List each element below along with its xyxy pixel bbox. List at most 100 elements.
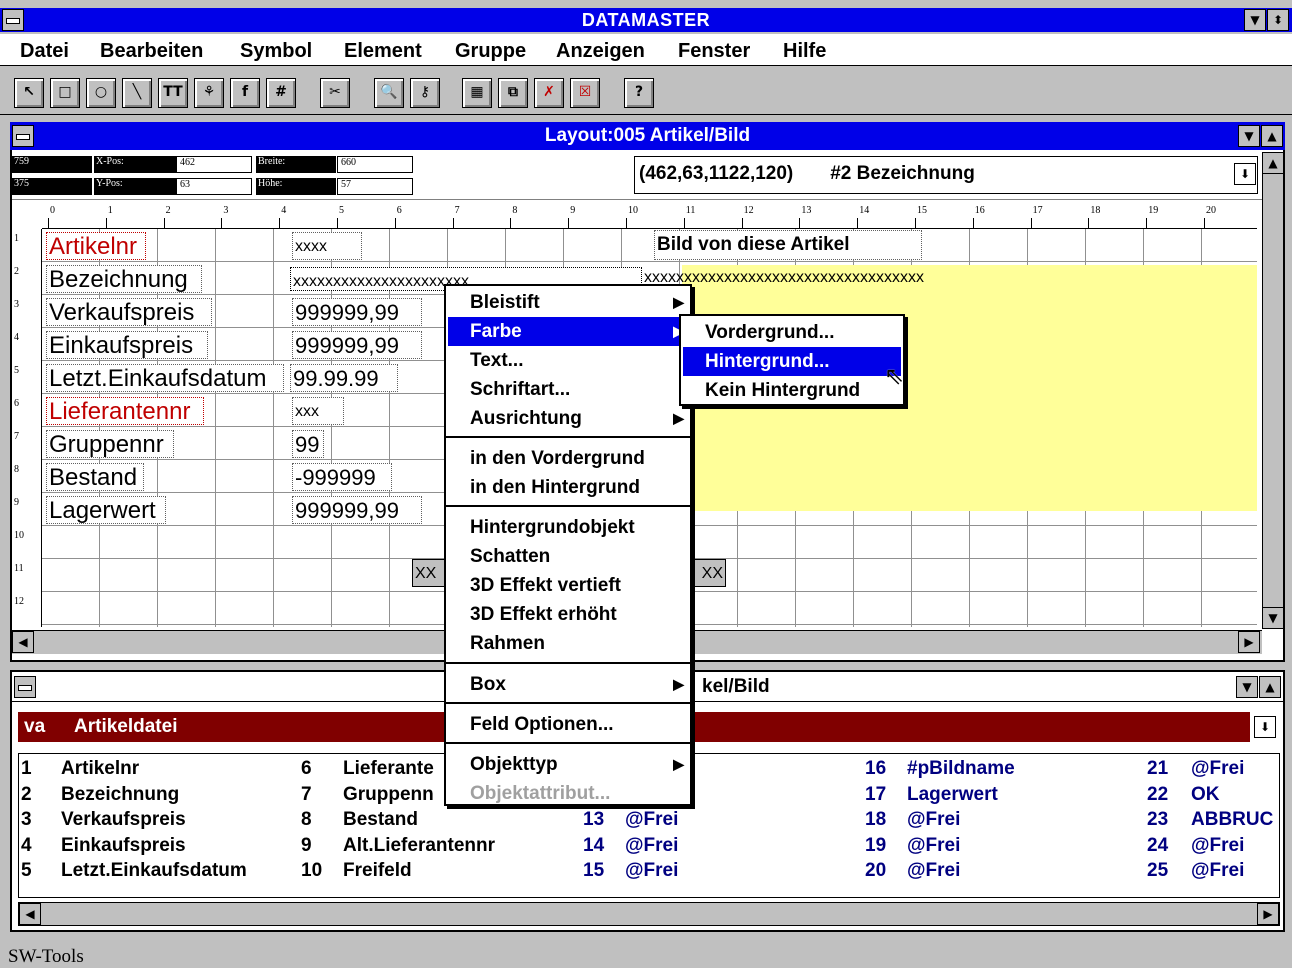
field-list-item[interactable]: Verkaufspreis (61, 809, 186, 831)
field-list-item[interactable]: OK (1191, 784, 1220, 806)
picture-lieferantennr[interactable]: xxx (292, 397, 344, 425)
hoehe-field[interactable]: 57 (337, 178, 413, 195)
list-scroll-right-icon[interactable]: ▶ (1257, 903, 1279, 925)
label-artikelnr[interactable]: Artikelnr (46, 232, 146, 260)
field-list-item[interactable]: Alt.Lieferantennr (343, 835, 495, 857)
restore-icon[interactable]: ⬍ (1267, 9, 1289, 31)
menu-anzeigen[interactable]: Anzeigen (556, 40, 645, 63)
picture-lagerwert[interactable]: 999999,99 (292, 496, 422, 524)
field-list-item[interactable]: Einkaufspreis (61, 835, 186, 857)
field-list-item[interactable]: @Frei (907, 835, 960, 857)
context-menu-item[interactable]: Rahmen (448, 629, 688, 658)
label-einkaufspreis[interactable]: Einkaufspreis (46, 331, 208, 359)
delete-layout-icon[interactable]: ✗ (534, 78, 564, 108)
menu-gruppe[interactable]: Gruppe (455, 40, 526, 63)
context-menu-item[interactable]: Schatten (448, 542, 688, 571)
label-verkaufspreis[interactable]: Verkaufspreis (46, 298, 212, 326)
context-menu-item[interactable]: Schriftart... (448, 375, 688, 404)
context-menu-item[interactable]: Feld Optionen... (448, 710, 688, 739)
formula-tool-icon[interactable]: f (230, 78, 260, 108)
field-list-item[interactable]: Letzt.Einkaufsdatum (61, 860, 247, 882)
field-list-item[interactable]: Lieferante (343, 758, 434, 780)
ypos-field[interactable]: 63 (176, 178, 252, 195)
scroll-right-icon[interactable]: ▶ (1238, 631, 1260, 653)
label-lieferantennr[interactable]: Lieferantennr (46, 397, 204, 425)
menu-hilfe[interactable]: Hilfe (783, 40, 826, 63)
layout-grid-icon[interactable]: ▦ (462, 78, 492, 108)
field-list-item[interactable]: @Frei (1191, 860, 1244, 882)
field-list-scrollbar[interactable]: ◀ ▶ (18, 902, 1280, 926)
picture-bestand[interactable]: -999999 (292, 463, 392, 491)
context-menu-item[interactable]: Hintergrundobjekt (448, 513, 688, 542)
menu-bearbeiten[interactable]: Bearbeiten (100, 40, 203, 63)
menu-symbol[interactable]: Symbol (240, 40, 312, 63)
rectangle-tool-icon[interactable]: □ (50, 78, 80, 108)
field-list-item[interactable]: Freifeld (343, 860, 412, 882)
label-letzt-einkaufsdatum[interactable]: Letzt.Einkaufsdatum (46, 364, 284, 392)
field-list-item[interactable]: @Frei (907, 860, 960, 882)
picture-gruppennr[interactable]: 99 (292, 430, 324, 458)
context-menu-item[interactable]: 3D Effekt vertieft (448, 571, 688, 600)
layout-minimize-icon[interactable]: ▼ (1238, 125, 1260, 147)
layout-vertical-scrollbar[interactable]: ▲ ▼ (1262, 152, 1284, 629)
picture-einkaufsdatum[interactable]: 99.99.99 (290, 364, 398, 392)
field-list-item[interactable]: @Frei (1191, 758, 1244, 780)
context-menu-item[interactable]: in den Hintergrund (448, 473, 688, 502)
picture-artikelnr[interactable]: xxxx (292, 232, 362, 260)
windows-icon[interactable]: ⧉ (498, 78, 528, 108)
scroll-left-icon[interactable]: ◀ (12, 631, 34, 653)
ellipse-tool-icon[interactable]: ○ (86, 78, 116, 108)
field-list-item[interactable]: Bezeichnung (61, 784, 179, 806)
context-menu-item[interactable]: Box ▶ (448, 670, 688, 699)
label-gruppennr[interactable]: Gruppennr (46, 430, 174, 458)
submenu-item[interactable]: Kein Hintergrund (683, 376, 901, 405)
label-bezeichnung[interactable]: Bezeichnung (46, 265, 202, 293)
label-bestand[interactable]: Bestand (46, 463, 144, 491)
field-list-item[interactable]: Lagerwert (907, 784, 998, 806)
context-menu-item[interactable]: Ausrichtung ▶ (448, 404, 688, 433)
scissors-icon[interactable]: ✂ (320, 78, 350, 108)
submenu-item[interactable]: Hintergrund... (683, 347, 901, 376)
image-picture[interactable]: xxxxxxxxxxxxxxxxxxxxxxxxxxxxxxxxxxx (642, 268, 1022, 290)
field-list-item[interactable]: Gruppenn (343, 784, 434, 806)
field-list-item[interactable]: ABBRUC (1191, 809, 1273, 831)
context-menu-item[interactable]: in den Vordergrund (448, 444, 688, 473)
zoom-icon[interactable]: 🔍 (374, 78, 404, 108)
field-list-item[interactable]: @Frei (907, 809, 960, 831)
field-list-item[interactable]: @Frei (625, 860, 678, 882)
context-menu-item[interactable]: Objekttyp ▶ (448, 750, 688, 779)
field-list-item[interactable]: @Frei (625, 835, 678, 857)
context-menu-item[interactable]: Text... (448, 346, 688, 375)
number-tool-icon[interactable]: # (266, 78, 296, 108)
field-list-item[interactable]: Artikelnr (61, 758, 139, 780)
help-icon[interactable]: ? (624, 78, 654, 108)
field-tool-icon[interactable]: ⚘ (194, 78, 224, 108)
field-list-item[interactable]: @Frei (1191, 835, 1244, 857)
close-layout-icon[interactable]: ☒ (570, 78, 600, 108)
line-tool-icon[interactable]: ╲ (122, 78, 152, 108)
minimize-icon[interactable]: ▼ (1244, 9, 1266, 31)
pointer-tool-icon[interactable]: ↖ (14, 78, 44, 108)
menu-fenster[interactable]: Fenster (678, 40, 750, 63)
text-tool-icon[interactable]: TT (158, 78, 188, 108)
object-dropdown-icon[interactable]: ⬇ (1234, 163, 1256, 185)
file-dropdown-icon[interactable]: ⬇ (1254, 716, 1276, 738)
picture-verkaufspreis[interactable]: 999999,99 (292, 298, 422, 326)
picture-einkaufspreis[interactable]: 999999,99 (292, 331, 422, 359)
file-maximize-icon[interactable]: ▲ (1259, 676, 1281, 698)
menu-element[interactable]: Element (344, 40, 422, 63)
object-info-field[interactable]: (462,63,1122,120) #2 Bezeichnung (634, 156, 1258, 194)
breite-field[interactable]: 660 (337, 156, 413, 173)
file-minimize-icon[interactable]: ▼ (1236, 676, 1258, 698)
xpos-field[interactable]: 462 (176, 156, 252, 173)
field-list-item[interactable]: @Frei (625, 809, 678, 831)
list-scroll-left-icon[interactable]: ◀ (19, 903, 41, 925)
layout-maximize-icon[interactable]: ▲ (1261, 125, 1283, 147)
context-menu-item[interactable]: Farbe▶ (448, 317, 688, 346)
context-menu-item[interactable]: Bleistift ▶ (448, 288, 688, 317)
key-icon[interactable]: ⚷ (410, 78, 440, 108)
label-lagerwert[interactable]: Lagerwert (46, 496, 166, 524)
submenu-item[interactable]: Vordergrund... (683, 318, 901, 347)
image-caption[interactable]: Bild von diese Artikel (654, 230, 922, 260)
scroll-down-icon[interactable]: ▼ (1262, 607, 1284, 629)
